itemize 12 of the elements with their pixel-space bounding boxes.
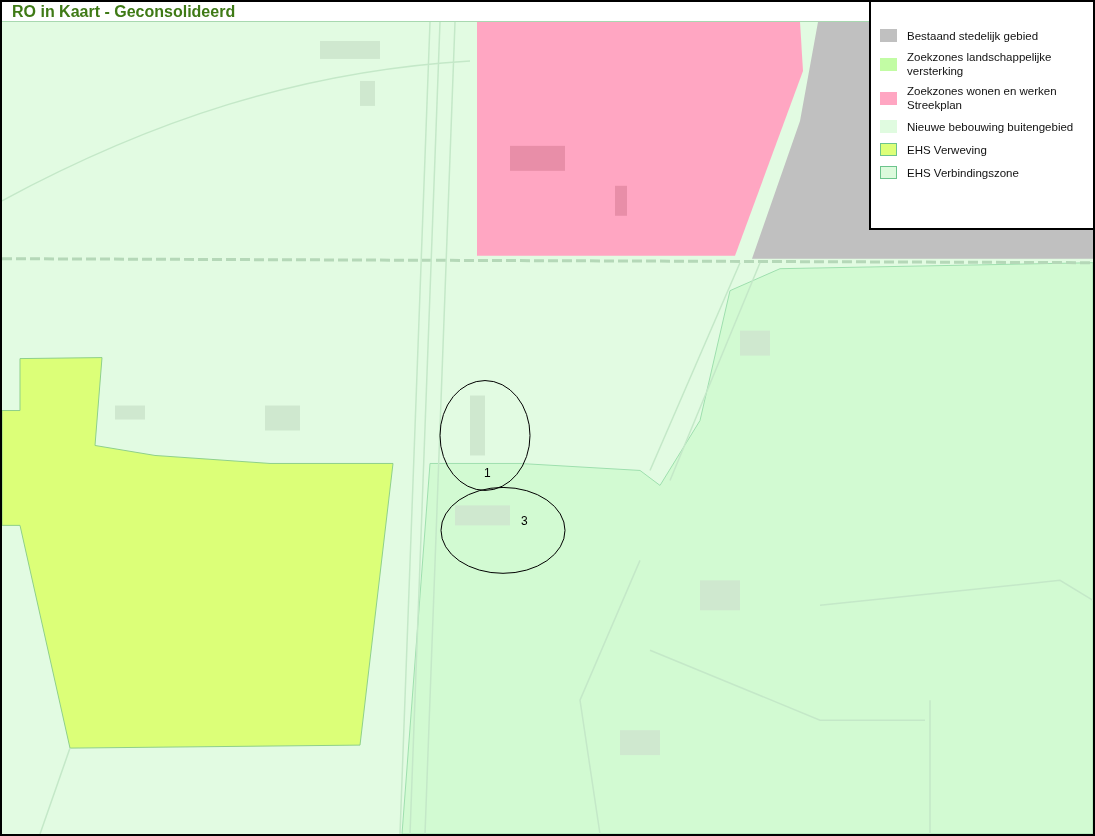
marker-label: 1 bbox=[484, 466, 491, 481]
building-shape bbox=[455, 505, 510, 526]
marker-label: 3 bbox=[521, 514, 528, 529]
legend-label: Bestaand stedelijk gebied bbox=[907, 28, 1039, 43]
building-shape bbox=[510, 145, 565, 171]
legend-label: Nieuwe bebouwing buitengebied bbox=[907, 119, 1074, 134]
legend-label: Zoekzones landschappelijke versterking bbox=[907, 50, 1053, 78]
building-shape bbox=[615, 185, 627, 216]
legend-label: EHS Verweving bbox=[907, 142, 987, 157]
legend-label: Zoekzones wonen en werken Streekplan bbox=[907, 84, 1058, 112]
legend-label: EHS Verbindingszone bbox=[907, 165, 1019, 180]
map-title: RO in Kaart - Geconsolideerd bbox=[12, 2, 236, 21]
